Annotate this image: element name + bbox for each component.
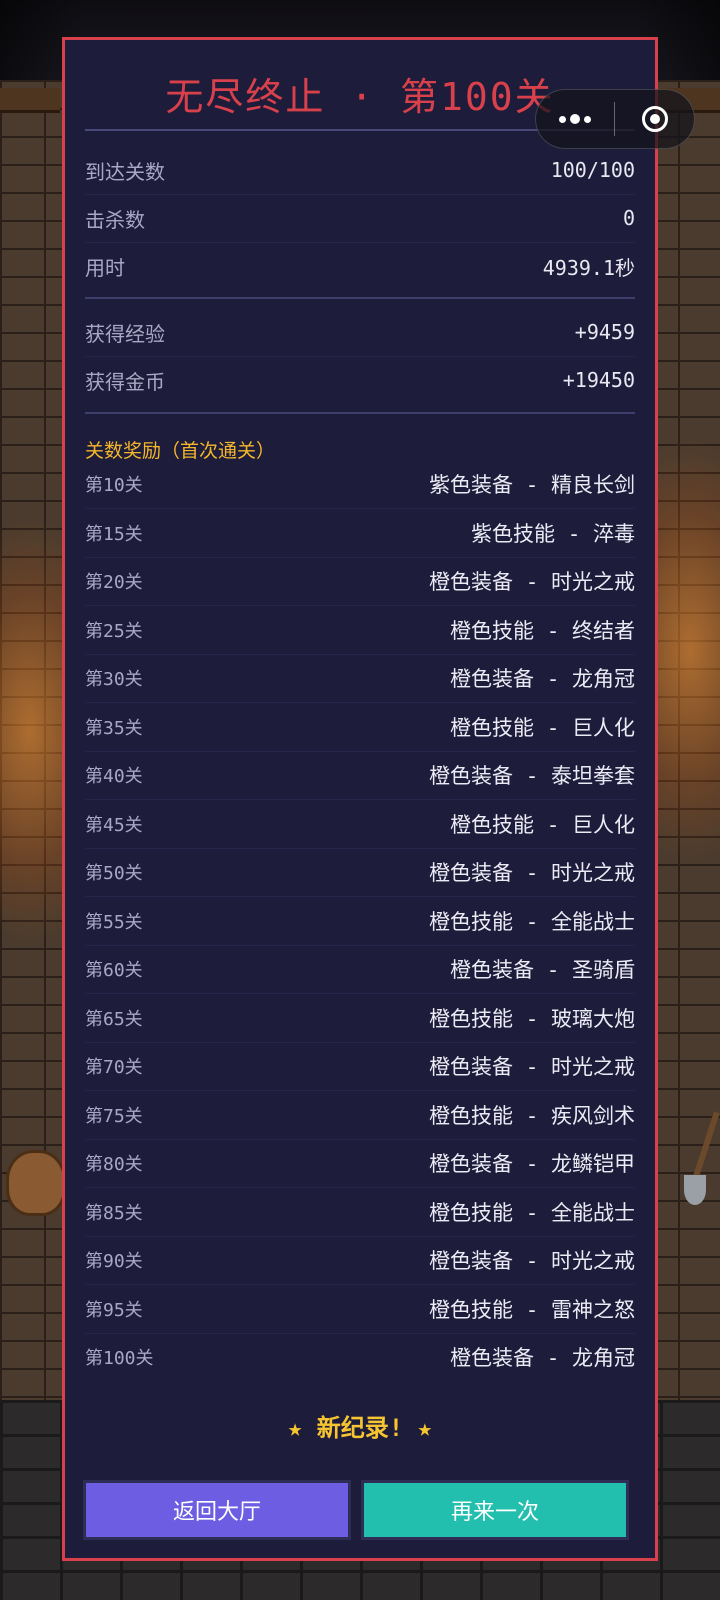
reward-row: 第55关 橙色技能 - 全能战士 xyxy=(85,897,635,946)
reward-row: 第80关 橙色装备 - 龙鳞铠甲 xyxy=(85,1139,635,1188)
stat-label: 到达关数 xyxy=(85,159,165,184)
reward-level: 第95关 xyxy=(85,1299,143,1321)
reward-level: 第60关 xyxy=(85,960,143,981)
stat-label: 击杀数 xyxy=(85,207,145,232)
reward-level: 第100关 xyxy=(85,1348,154,1369)
stat-row-kills: 击杀数 0 xyxy=(85,194,635,243)
reward-row: 第90关 橙色装备 - 时光之戒 xyxy=(85,1236,635,1285)
reward-level: 第15关 xyxy=(85,523,143,545)
left-wooden-beam xyxy=(0,88,60,113)
rewards-heading: 关数奖励（首次通关） xyxy=(85,440,276,462)
reward-item: 橙色装备 - 龙角冠 xyxy=(450,1346,635,1370)
stat-row-time: 用时 4939.1秒 xyxy=(85,242,635,290)
reward-level: 第10关 xyxy=(85,475,143,496)
stat-row-levels: 到达关数 100/100 xyxy=(85,146,635,195)
more-dots-icon[interactable] xyxy=(536,90,614,148)
reward-row: 第65关 橙色技能 - 玻璃大炮 xyxy=(85,994,635,1043)
reward-item: 橙色技能 - 全能战士 xyxy=(429,909,635,934)
reward-row: 第35关 橙色技能 - 巨人化 xyxy=(85,703,635,752)
reward-row: 第15关 紫色技能 - 淬毒 xyxy=(85,509,635,558)
reward-item: 橙色技能 - 终结者 xyxy=(450,618,635,643)
earning-value: +19450 xyxy=(562,368,635,392)
reward-row: 第60关 橙色装备 - 圣骑盾 xyxy=(85,945,635,994)
reward-item: 橙色装备 - 时光之戒 xyxy=(429,1249,635,1273)
reward-row: 第40关 橙色装备 - 泰坦拳套 xyxy=(85,751,635,800)
earning-row-exp: 获得经验 +9459 xyxy=(85,308,635,357)
earning-row-gold: 获得金币 +19450 xyxy=(85,356,635,404)
reward-level: 第55关 xyxy=(85,911,143,933)
reward-item: 橙色技能 - 雷神之怒 xyxy=(429,1297,635,1322)
reward-item: 橙色装备 - 龙角冠 xyxy=(450,667,635,691)
reward-item: 橙色技能 - 疾风剑术 xyxy=(429,1103,635,1128)
reward-item: 橙色装备 - 泰坦拳套 xyxy=(429,764,635,788)
reward-level: 第75关 xyxy=(85,1105,143,1127)
earning-label: 获得金币 xyxy=(85,369,165,394)
reward-item: 橙色装备 - 时光之戒 xyxy=(429,1055,635,1079)
reward-item: 紫色技能 - 淬毒 xyxy=(471,521,635,546)
reward-item: 橙色技能 - 巨人化 xyxy=(450,812,635,837)
reward-row: 第100关 橙色装备 - 龙角冠 xyxy=(85,1333,635,1381)
reward-row: 第75关 橙色技能 - 疾风剑术 xyxy=(85,1091,635,1140)
miniprogram-capsule xyxy=(535,89,695,149)
reward-level: 第45关 xyxy=(85,814,143,836)
reward-row: 第85关 橙色技能 - 全能战士 xyxy=(85,1188,635,1237)
section-divider xyxy=(85,412,635,414)
reward-row: 第30关 橙色装备 - 龙角冠 xyxy=(85,654,635,703)
reward-level: 第25关 xyxy=(85,620,143,642)
section-divider xyxy=(85,297,635,299)
reward-item: 橙色装备 - 时光之戒 xyxy=(429,570,635,594)
reward-level: 第40关 xyxy=(85,766,143,787)
reward-item: 紫色装备 - 精良长剑 xyxy=(429,473,635,497)
reward-item: 橙色装备 - 龙鳞铠甲 xyxy=(429,1152,635,1176)
reward-row: 第70关 橙色装备 - 时光之戒 xyxy=(85,1042,635,1091)
stat-value: 4939.1秒 xyxy=(542,255,635,280)
reward-level: 第85关 xyxy=(85,1202,143,1224)
reward-level: 第50关 xyxy=(85,863,143,884)
target-close-icon[interactable] xyxy=(615,90,694,148)
reward-row: 第20关 橙色装备 - 时光之戒 xyxy=(85,557,635,606)
stat-value: 0 xyxy=(622,206,635,230)
reward-item: 橙色技能 - 巨人化 xyxy=(450,715,635,740)
reward-level: 第30关 xyxy=(85,669,143,690)
reward-item: 橙色技能 - 玻璃大炮 xyxy=(429,1006,635,1031)
reward-row: 第45关 橙色技能 - 巨人化 xyxy=(85,800,635,849)
new-record-banner: ★ 新纪录! ★ xyxy=(287,1414,433,1442)
reward-level: 第20关 xyxy=(85,572,143,593)
loot-sack-icon xyxy=(6,1150,66,1216)
reward-level: 第35关 xyxy=(85,717,143,739)
reward-row: 第95关 橙色技能 - 雷神之怒 xyxy=(85,1285,635,1334)
axe-head xyxy=(684,1175,706,1205)
stat-label: 用时 xyxy=(85,255,125,280)
play-again-button[interactable]: 再来一次 xyxy=(361,1480,629,1540)
stat-value: 100/100 xyxy=(550,158,635,182)
reward-level: 第90关 xyxy=(85,1251,143,1272)
back-to-lobby-button[interactable]: 返回大厅 xyxy=(83,1480,351,1540)
reward-item: 橙色装备 - 时光之戒 xyxy=(429,861,635,885)
reward-item: 橙色装备 - 圣骑盾 xyxy=(450,958,635,982)
reward-level: 第70关 xyxy=(85,1057,143,1078)
earning-value: +9459 xyxy=(574,320,635,344)
result-panel: 无尽终止 · 第100关 到达关数 100/100 击杀数 0 用时 4939.… xyxy=(62,37,658,1561)
reward-level: 第65关 xyxy=(85,1008,143,1030)
reward-row: 第10关 紫色装备 - 精良长剑 xyxy=(85,460,635,509)
reward-row: 第25关 橙色技能 - 终结者 xyxy=(85,606,635,655)
earning-label: 获得经验 xyxy=(85,321,165,346)
reward-item: 橙色技能 - 全能战士 xyxy=(429,1200,635,1225)
reward-level: 第80关 xyxy=(85,1154,143,1175)
reward-row: 第50关 橙色装备 - 时光之戒 xyxy=(85,848,635,897)
